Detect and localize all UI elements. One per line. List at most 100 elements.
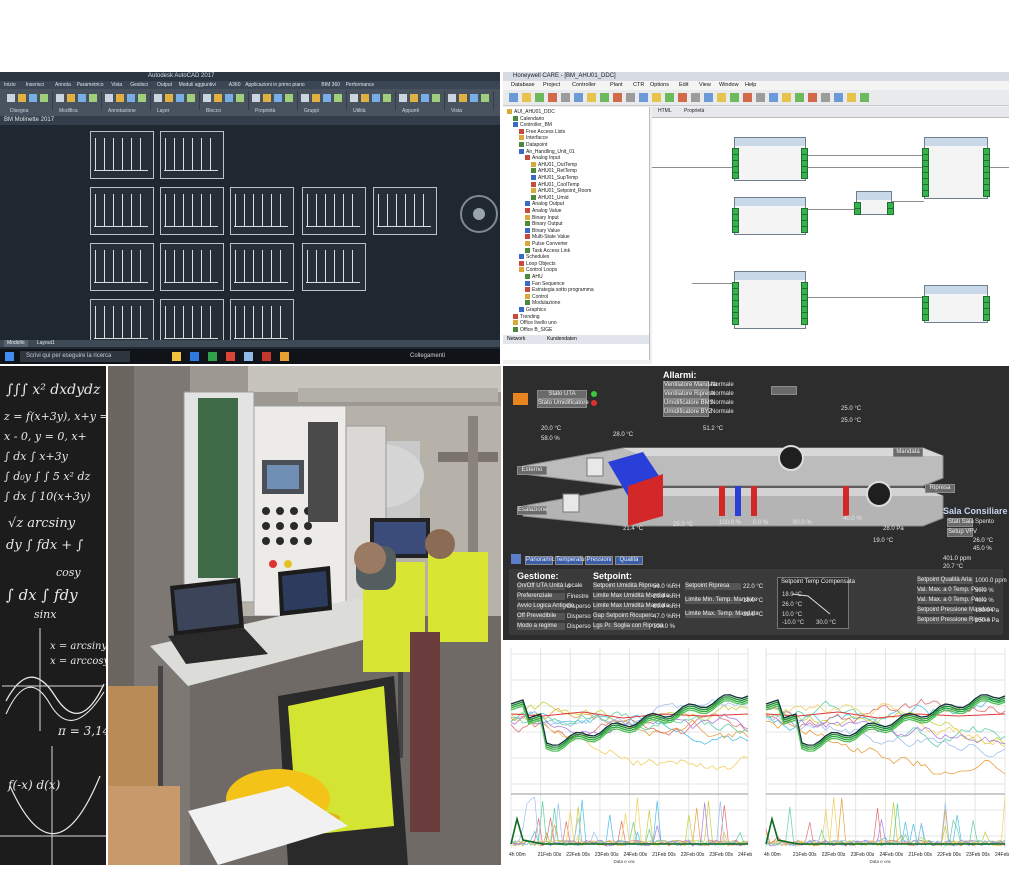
ctrl-block-output-pin[interactable] xyxy=(801,172,808,179)
ctrl-canvas-tab[interactable]: Proprietà xyxy=(684,108,704,115)
ctrl-toolbar-icon[interactable] xyxy=(704,93,713,102)
ctrl-menu-item[interactable]: Database xyxy=(511,82,535,89)
ctrl-toolbar-icon[interactable] xyxy=(639,93,648,102)
edge-icon[interactable] xyxy=(190,352,199,361)
ctrl-toolbar-icon[interactable] xyxy=(808,93,817,102)
cad-tool-icon[interactable] xyxy=(67,94,75,102)
cad-tool-icon[interactable] xyxy=(372,94,380,102)
cad-drawing-sheet[interactable] xyxy=(90,187,154,235)
ctrl-toolbar-icon[interactable] xyxy=(756,93,765,102)
nav-button[interactable]: Qualità xyxy=(615,556,643,565)
cad-tool-icon[interactable] xyxy=(470,94,478,102)
cad-tool-icon[interactable] xyxy=(187,94,195,102)
ctrl-menu-item[interactable]: Plant xyxy=(610,82,623,89)
ctrl-toolbar-icon[interactable] xyxy=(795,93,804,102)
ctrl-canvas-tab[interactable]: HTML xyxy=(658,108,672,115)
cad-menu-tab[interactable]: Output xyxy=(157,82,172,89)
ctrl-function-block[interactable] xyxy=(854,191,894,215)
ctrl-toolbar-icon[interactable] xyxy=(548,93,557,102)
ctrl-block-output-pin[interactable] xyxy=(801,226,808,233)
ctrl-toolbar-icon[interactable] xyxy=(847,93,856,102)
ctrl-toolbar-icon[interactable] xyxy=(821,93,830,102)
hvac-menu-icon[interactable] xyxy=(511,554,521,564)
cad-tool-icon[interactable] xyxy=(361,94,369,102)
cad-menu-tab[interactable]: Gestisci xyxy=(130,82,148,89)
cad-tool-icon[interactable] xyxy=(410,94,418,102)
cad-tool-icon[interactable] xyxy=(138,94,146,102)
autocad-taskbar-icon[interactable] xyxy=(226,352,235,361)
cad-tool-icon[interactable] xyxy=(274,94,282,102)
ctrl-function-block[interactable] xyxy=(732,271,808,329)
ctrl-toolbar-icon[interactable] xyxy=(652,93,661,102)
cad-layout-tab[interactable]: Layout1 xyxy=(34,340,58,347)
cad-tool-icon[interactable] xyxy=(263,94,271,102)
cad-tool-icon[interactable] xyxy=(40,94,48,102)
cad-tool-icon[interactable] xyxy=(383,94,391,102)
cad-tool-icon[interactable] xyxy=(334,94,342,102)
cad-menu-tab[interactable]: A360 xyxy=(229,82,241,89)
cad-tool-icon[interactable] xyxy=(350,94,358,102)
ctrl-block-output-pin[interactable] xyxy=(983,314,990,321)
cad-tool-icon[interactable] xyxy=(225,94,233,102)
cad-tool-icon[interactable] xyxy=(203,94,211,102)
app-icon[interactable] xyxy=(208,352,217,361)
ctrl-menu-item[interactable]: Project xyxy=(543,82,560,89)
cad-tool-icon[interactable] xyxy=(105,94,113,102)
ctrl-project-tree[interactable]: Network Kundendaten AUI_AHU01_DDC Calendar… xyxy=(503,107,650,360)
room-setup-button[interactable]: Setup VFV xyxy=(947,528,977,537)
cad-menu-tab[interactable]: Vista xyxy=(111,82,122,89)
ctrl-logic-canvas[interactable]: HTML Proprietà xyxy=(652,107,1009,364)
cad-tool-icon[interactable] xyxy=(312,94,320,102)
cad-menu-tab[interactable]: Performance xyxy=(346,82,375,89)
ctrl-menu-item[interactable]: View xyxy=(699,82,711,89)
ctrl-menu-item[interactable]: Window xyxy=(719,82,739,89)
ctrl-toolbar-icon[interactable] xyxy=(730,93,739,102)
cad-tool-icon[interactable] xyxy=(448,94,456,102)
cad-tool-icon[interactable] xyxy=(323,94,331,102)
ctrl-block-output-pin[interactable] xyxy=(983,190,990,197)
viewcube-compass-icon[interactable] xyxy=(460,195,498,233)
ctrl-menu-item[interactable]: Help xyxy=(745,82,756,89)
ctrl-block-input-pin[interactable] xyxy=(922,314,929,321)
cad-drawing-sheet[interactable] xyxy=(160,131,224,179)
ctrl-toolbar-icon[interactable] xyxy=(860,93,869,102)
cad-tool-icon[interactable] xyxy=(459,94,467,102)
cad-tool-icon[interactable] xyxy=(399,94,407,102)
nav-button[interactable]: Temperature xyxy=(555,556,590,565)
ctrl-toolbar-icon[interactable] xyxy=(743,93,752,102)
ctrl-function-block[interactable] xyxy=(922,285,990,323)
nav-button[interactable]: Panoramica xyxy=(525,556,558,565)
cad-tool-icon[interactable] xyxy=(29,94,37,102)
ctrl-toolbar-icon[interactable] xyxy=(769,93,778,102)
ctrl-block-output-pin[interactable] xyxy=(801,318,808,325)
ctrl-menu-item[interactable]: Edit xyxy=(679,82,688,89)
cad-tool-icon[interactable] xyxy=(252,94,260,102)
cad-tool-icon[interactable] xyxy=(89,94,97,102)
ctrl-tree-tab[interactable]: Network xyxy=(507,336,525,343)
ctrl-block-input-pin[interactable] xyxy=(732,172,739,179)
ctrl-block-input-pin[interactable] xyxy=(922,190,929,197)
cad-tool-icon[interactable] xyxy=(7,94,15,102)
ctrl-function-block[interactable] xyxy=(922,137,990,199)
cad-menu-tab[interactable]: Applicazioni in primo piano xyxy=(245,82,304,89)
ctrl-menu-item[interactable]: Controller xyxy=(572,82,596,89)
app-icon[interactable] xyxy=(262,352,271,361)
cad-drawing-sheet[interactable] xyxy=(160,187,224,235)
app-icon[interactable] xyxy=(280,352,289,361)
ctrl-toolbar-icon[interactable] xyxy=(626,93,635,102)
cad-tool-icon[interactable] xyxy=(236,94,244,102)
ctrl-block-input-pin[interactable] xyxy=(854,208,861,215)
cad-menu-tab[interactable]: Annota xyxy=(55,82,71,89)
cad-menu-tab[interactable]: Inserisci xyxy=(26,82,44,89)
ctrl-block-input-pin[interactable] xyxy=(732,226,739,233)
cad-tool-icon[interactable] xyxy=(301,94,309,102)
ctrl-toolbar-icon[interactable] xyxy=(665,93,674,102)
ctrl-menu-item[interactable]: CTR xyxy=(633,82,644,89)
cad-tool-icon[interactable] xyxy=(481,94,489,102)
ctrl-toolbar-icon[interactable] xyxy=(509,93,518,102)
ctrl-toolbar-icon[interactable] xyxy=(561,93,570,102)
cad-drawing-sheet[interactable] xyxy=(373,187,437,235)
ctrl-toolbar-icon[interactable] xyxy=(574,93,583,102)
cad-tool-icon[interactable] xyxy=(154,94,162,102)
cad-drawing-sheet[interactable] xyxy=(160,243,224,291)
